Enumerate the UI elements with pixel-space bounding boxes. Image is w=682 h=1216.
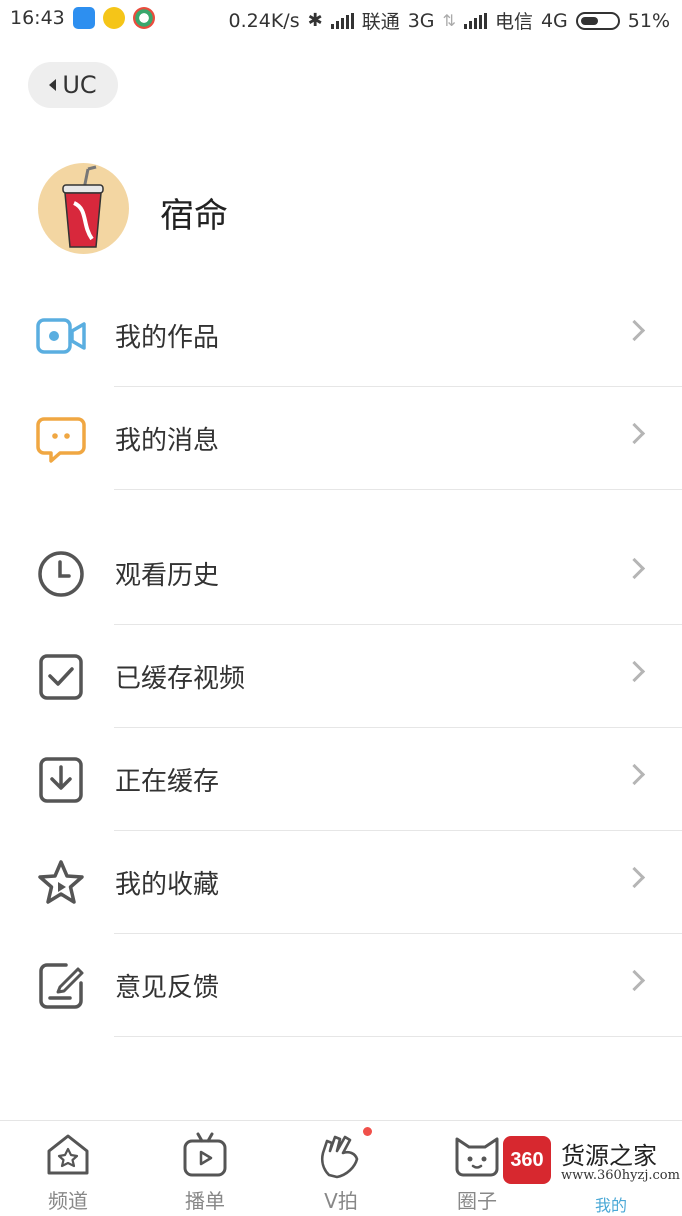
network-speed: 0.24K/s (228, 9, 300, 32)
tab-label: 频道 (48, 1189, 88, 1213)
watermark-logo: 360 (503, 1136, 551, 1184)
menu-item-my-works[interactable]: 我的作品 (0, 284, 682, 387)
menu-label: 意见反馈 (115, 973, 220, 1003)
divider (114, 1036, 682, 1037)
carrier-1: 联通 (361, 11, 400, 33)
menu-label: 已缓存视频 (115, 664, 246, 694)
tab-channels[interactable]: 频道 (18, 1121, 118, 1213)
chevron-right-icon (623, 866, 646, 889)
status-time: 16:43 (10, 7, 65, 29)
app-notification-icon (72, 7, 95, 29)
tab-vpai[interactable]: V拍 (291, 1121, 391, 1213)
carrier-2: 电信 (494, 11, 533, 33)
watermark: 360 货源之家 www.360hyzj.com 我的 (503, 1136, 682, 1215)
back-button[interactable]: UC (28, 62, 118, 108)
coke-cup-icon (62, 165, 104, 248)
battery-icon (575, 11, 620, 30)
menu-label: 我的消息 (115, 426, 220, 456)
menu-item-feedback[interactable]: 意见反馈 (0, 934, 682, 1037)
data-arrows-icon: ⇅ (442, 11, 456, 30)
watermark-title: 货源之家 (561, 1142, 657, 1170)
clock-icon (38, 551, 84, 597)
username[interactable]: 宿命 (160, 188, 228, 237)
battery-percent: 51% (627, 9, 670, 32)
chevron-right-icon (623, 969, 646, 992)
menu-item-favorites[interactable]: 我的收藏 (0, 831, 682, 934)
chevron-right-icon (623, 557, 646, 580)
tab-label: V拍 (324, 1189, 358, 1213)
bluetooth-icon: ✱ (307, 10, 323, 31)
checkbox-icon (39, 654, 83, 700)
notification-dot (363, 1127, 372, 1136)
hand-gesture-icon (320, 1135, 359, 1179)
tab-label: 播单 (185, 1189, 225, 1213)
network-type-2: 4G (540, 9, 568, 32)
chevron-right-icon (623, 660, 646, 683)
watermark-url: www.360hyzj.com (561, 1168, 680, 1183)
tab-playlists[interactable]: 播单 (155, 1121, 255, 1213)
chevron-right-icon (623, 763, 646, 786)
cat-face-icon (455, 1137, 499, 1177)
status-bar: 16:43 0.24K/s ✱ 联通 3G ⇅ 电信 4G 51% (0, 0, 682, 40)
menu-item-watch-history[interactable]: 观看历史 (0, 522, 682, 625)
back-label: UC (62, 71, 97, 99)
avatar[interactable] (38, 163, 129, 254)
weibo-notification-icon (102, 7, 125, 29)
signal-icon (463, 12, 487, 29)
menu-item-my-messages[interactable]: 我的消息 (0, 387, 682, 490)
menu-label: 我的收藏 (115, 870, 220, 900)
home-star-icon (47, 1134, 89, 1175)
video-camera-icon (36, 318, 86, 354)
divider (114, 489, 682, 490)
star-icon (38, 860, 84, 904)
menu-label: 观看历史 (115, 561, 220, 591)
menu-item-caching[interactable]: 正在缓存 (0, 728, 682, 831)
menu-label: 我的作品 (115, 323, 220, 353)
chevron-right-icon (623, 422, 646, 445)
menu-label: 正在缓存 (115, 767, 220, 797)
tv-play-icon (183, 1132, 227, 1177)
chevron-right-icon (623, 319, 646, 342)
menu-item-cached-videos[interactable]: 已缓存视频 (0, 625, 682, 728)
download-icon (39, 757, 83, 803)
browser-notification-icon (132, 7, 155, 29)
back-arrow-icon (49, 79, 57, 91)
signal-icon (330, 12, 354, 29)
feedback-icon (39, 963, 84, 1009)
message-bubble-icon (36, 417, 86, 463)
network-type-1: 3G (407, 9, 435, 32)
tab-mine[interactable]: 我的 (595, 1192, 627, 1216)
